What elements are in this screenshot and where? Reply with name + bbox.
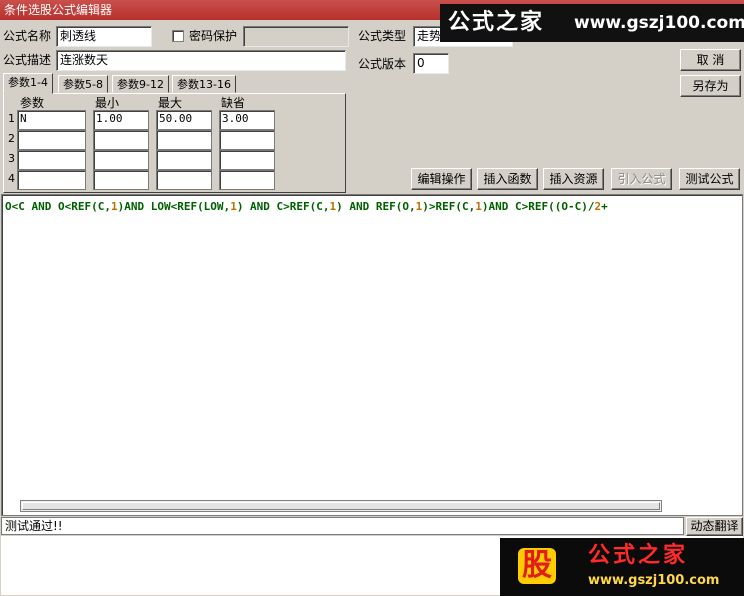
formula-editor[interactable]: O<C AND O<REF(C,1)AND LOW<REF(LOW,1) AND… [1,194,743,516]
watermark-top-name: 公式之家 [448,9,545,35]
watermark-top: 公式之家 www.gszj100.com [440,4,744,42]
insert-function-button[interactable]: 插入函数 [477,168,538,190]
param-name-input[interactable] [17,170,86,190]
formula-code-text: O<C AND O<REF(C,1)AND LOW<REF(LOW,1) AND… [5,200,608,213]
tab-params-9-12[interactable]: 参数9-12 [112,75,169,93]
param-min-input[interactable] [93,150,149,170]
status-text: 测试通过!! [1,517,684,535]
test-formula-button[interactable]: 测试公式 [679,168,740,190]
dynamic-translate-button[interactable]: 动态翻译 [686,517,743,536]
formula-version-label: 公式版本 [358,57,407,71]
tab-params-13-16[interactable]: 参数13-16 [172,75,236,93]
param-name-input[interactable]: N [17,110,86,130]
param-default-input[interactable]: 3.00 [219,110,275,130]
param-row-number: 4 [8,172,15,185]
password-protect-checkbox[interactable] [172,30,184,42]
param-max-header: 最大 [158,96,183,110]
password-protect-label: 密码保护 [189,29,238,43]
password-input[interactable] [243,26,349,47]
param-default-header: 缺省 [221,96,246,110]
param-default-input[interactable] [219,150,275,170]
watermark-bottom-url: www.gszj100.com [588,573,720,588]
tab-params-5-8[interactable]: 参数5-8 [58,75,108,93]
insert-resource-button[interactable]: 插入资源 [543,168,604,190]
watermark-bottom-name: 公式之家 [588,542,689,568]
formula-name-label: 公式名称 [3,29,52,43]
param-default-input[interactable] [219,130,275,150]
param-name-input[interactable] [17,130,86,150]
param-min-input[interactable] [93,170,149,190]
param-max-input[interactable] [156,170,212,190]
param-min-input[interactable]: 1.00 [93,110,149,130]
formula-type-label: 公式类型 [358,29,407,43]
param-max-input[interactable] [156,150,212,170]
save-as-button[interactable]: 另存为 [680,75,741,97]
tab-params-1-4[interactable]: 参数1-4 [3,73,53,94]
stock-logo-icon: 股 [508,540,572,594]
formula-version-input[interactable]: 0 [413,53,449,74]
edit-operations-button[interactable]: 编辑操作 [411,168,472,190]
editor-horizontal-scrollbar[interactable] [20,500,662,512]
formula-name-input[interactable]: 刺透线 [56,26,152,47]
param-max-input[interactable]: 50.00 [156,110,212,130]
param-min-header: 最小 [95,96,120,110]
param-row-number: 2 [8,132,15,145]
import-formula-button[interactable]: 引入公式 [611,168,672,190]
param-default-input[interactable] [219,170,275,190]
watermark-top-url: www.gszj100.com [574,13,744,33]
watermark-bottom: 股 公式之家 www.gszj100.com [500,538,744,596]
formula-desc-input[interactable]: 连涨数天 [56,50,346,71]
formula-desc-label: 公式描述 [3,53,52,67]
scrollbar-thumb[interactable] [22,502,660,510]
param-max-input[interactable] [156,130,212,150]
param-row-number: 3 [8,152,15,165]
param-name-header: 参数 [20,96,45,110]
param-row-number: 1 [8,112,15,125]
param-min-input[interactable] [93,130,149,150]
cancel-button[interactable]: 取 消 [680,49,741,71]
param-name-input[interactable] [17,150,86,170]
